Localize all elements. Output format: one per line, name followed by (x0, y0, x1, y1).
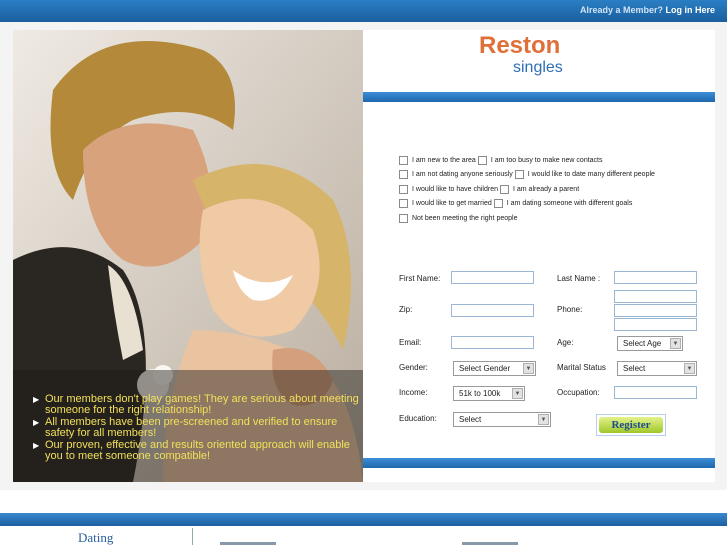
reason-row: I am not dating anyone seriously I would… (399, 168, 655, 183)
chevron-down-icon: ▼ (670, 338, 681, 349)
reason-checkbox[interactable] (399, 155, 408, 165)
reason-label: I am dating someone with different goals (506, 200, 633, 208)
income-label: Income: (399, 388, 428, 397)
bullet-arrow-icon: ▶ (33, 441, 40, 450)
age-select-value: Select Age (623, 339, 662, 348)
reason-checkboxes: I am new to the area I am too busy to ma… (399, 153, 655, 226)
chevron-down-icon: ▼ (538, 414, 549, 425)
reason-checkbox[interactable] (399, 170, 408, 180)
last-name-input[interactable] (614, 271, 697, 284)
promo-bullet: ▶ All members have been pre-screened and … (33, 416, 338, 439)
zip-label: Zip: (399, 305, 413, 314)
footer-band (363, 458, 715, 468)
reason-checkbox[interactable] (500, 184, 509, 194)
header-band (363, 92, 715, 102)
reason-row: I would like to get married I am dating … (399, 197, 655, 212)
reason-checkbox[interactable] (493, 199, 503, 209)
reason-label: I am too busy to make new contacts (490, 156, 603, 164)
reason-row: I am new to the area I am too busy to ma… (399, 153, 655, 168)
phone-prefix-input[interactable] (614, 304, 697, 317)
reason-checkbox[interactable] (399, 184, 408, 194)
brand-logo-name: Reston (479, 32, 561, 59)
education-label: Education: (399, 414, 437, 423)
first-name-input[interactable] (451, 271, 534, 284)
reason-label: I am new to the area (412, 156, 476, 164)
age-select[interactable]: Select Age ▼ (617, 336, 683, 351)
promo-bullet: ▶ Our members don't play games! They are … (33, 393, 359, 416)
reason-label: Not been meeting the right people (412, 214, 518, 222)
couple-photo: ▶ Our members don't play games! They are … (13, 30, 363, 482)
chevron-down-icon: ▼ (512, 388, 523, 399)
reason-row: I would like to have children I am alrea… (399, 182, 655, 197)
reason-checkbox[interactable] (399, 213, 408, 223)
member-login-prompt: Already a Member? Log in Here (580, 5, 715, 15)
reason-label: I would like to get married (412, 200, 492, 208)
chevron-down-icon: ▼ (684, 363, 695, 374)
age-label: Age: (557, 338, 574, 347)
phone-label: Phone: (557, 305, 583, 314)
gender-select[interactable]: Select Gender ▼ (453, 361, 536, 376)
login-link[interactable]: Log in Here (665, 5, 715, 15)
marital-status-label: Marital Status (557, 363, 606, 372)
member-prompt-text: Already a Member? (579, 5, 663, 15)
brand-logo-tagline: singles (513, 59, 563, 76)
promo-bullet: ▶ Our proven, effective and results orien… (33, 439, 350, 462)
column-divider (192, 528, 193, 545)
phone-line-input[interactable] (614, 318, 697, 331)
marital-status-select[interactable]: Select ▼ (617, 361, 697, 376)
bullet-arrow-icon: ▶ (33, 418, 40, 427)
dating-section-title: Dating (78, 530, 114, 545)
marital-status-select-value: Select (623, 364, 646, 373)
occupation-label: Occupation: (557, 388, 600, 397)
email-label: Email: (399, 338, 422, 347)
bullet-arrow-icon: ▶ (33, 395, 40, 404)
bottom-content: Dating (0, 526, 727, 545)
reason-label: I would like to date many different peop… (527, 171, 655, 179)
gender-label: Gender: (399, 363, 428, 372)
income-select-value: 51k to 100k (459, 389, 501, 398)
reason-checkbox[interactable] (477, 155, 487, 165)
email-input[interactable] (451, 336, 534, 349)
register-button-label: Register (599, 417, 663, 433)
occupation-input[interactable] (614, 386, 697, 399)
chevron-down-icon: ▼ (523, 363, 534, 374)
first-name-label: First Name: (399, 274, 441, 283)
reason-checkbox[interactable] (514, 170, 524, 180)
top-bar: Already a Member? Log in Here (0, 0, 727, 22)
gender-select-value: Select Gender (459, 364, 511, 373)
reason-label: I am not dating anyone seriously (412, 171, 513, 179)
zip-input[interactable] (451, 304, 534, 317)
promo-bullet-list: ▶ Our members don't play games! They are … (33, 394, 363, 463)
income-select[interactable]: 51k to 100k ▼ (453, 386, 525, 401)
hero-panel: ▶ Our members don't play games! They are … (0, 22, 727, 490)
reason-label: I would like to have children (412, 185, 498, 193)
register-button[interactable]: Register (596, 414, 666, 436)
signup-form-area: Reston singles I am new to the area I am… (363, 30, 715, 482)
reason-label: I am already a parent (513, 185, 580, 193)
section-divider-strip (0, 513, 727, 526)
reason-row: Not been meeting the right people (399, 211, 655, 226)
phone-area-input[interactable] (614, 290, 697, 303)
education-select-value: Select (459, 415, 482, 424)
last-name-label: Last Name : (557, 274, 601, 283)
reason-checkbox[interactable] (399, 199, 408, 209)
education-select[interactable]: Select ▼ (453, 412, 551, 427)
